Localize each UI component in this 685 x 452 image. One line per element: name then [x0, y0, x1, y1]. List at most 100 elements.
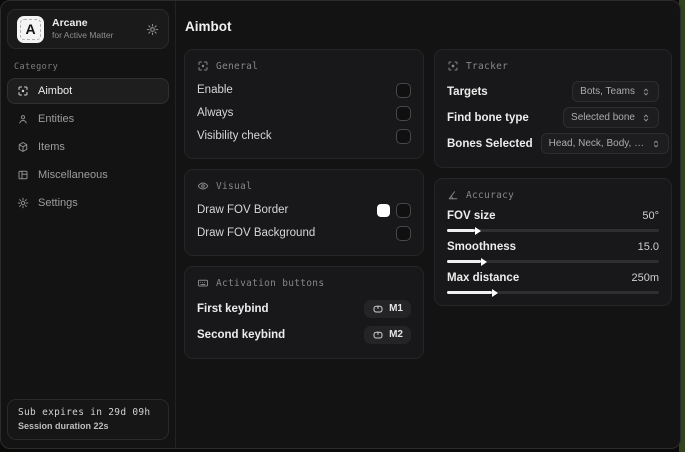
setting-label: Enable: [197, 84, 233, 96]
keybind-value: M1: [389, 303, 403, 314]
draw-fov-border-checkbox[interactable]: [396, 202, 411, 218]
cube-icon: [17, 141, 29, 153]
accuracy-card: Accuracy FOV size 50° Smoothness 15.0 Ma…: [434, 178, 672, 306]
slider-value: 50°: [642, 210, 659, 222]
mouse-icon: [372, 329, 384, 341]
second-keybind-button[interactable]: M2: [364, 325, 411, 344]
max-distance-slider[interactable]: [447, 288, 659, 297]
visual-card: Visual Draw FOV Border Draw FOV Backgrou…: [184, 169, 424, 256]
setting-row: Draw FOV Border: [197, 199, 411, 221]
setting-label: FOV size: [447, 210, 496, 222]
brand-name: Arcane: [52, 17, 88, 30]
general-card: General Enable Always Visibility check: [184, 49, 424, 159]
setting-label: Find bone type: [447, 111, 529, 124]
sidebar-item-label: Entities: [38, 113, 75, 125]
setting-row: Find bone type Selected bone: [447, 105, 659, 130]
session-duration-text: Session duration 22s: [18, 421, 109, 431]
setting-label: Draw FOV Border: [197, 204, 289, 216]
fov-size-slider[interactable]: [447, 226, 659, 235]
sidebar-item-label: Miscellaneous: [38, 169, 108, 181]
unfold-icon: [651, 139, 661, 149]
sidebar-item-label: Items: [38, 141, 65, 153]
crosshair-icon: [197, 60, 209, 72]
brand-subtitle: for Active Matter: [52, 30, 114, 41]
setting-row: Always: [197, 102, 411, 124]
setting-label: Always: [197, 107, 234, 119]
targets-select[interactable]: Bots, Teams: [572, 81, 659, 102]
app-window: A Arcane for Active Matter Category Aimb…: [0, 0, 681, 449]
slider-value: 250m: [631, 272, 659, 284]
sidebar: A Arcane for Active Matter Category Aimb…: [1, 1, 176, 448]
always-checkbox[interactable]: [396, 105, 411, 121]
brand-card: A Arcane for Active Matter: [7, 9, 169, 49]
brand-logo: A: [17, 15, 44, 43]
select-value: Bots, Teams: [580, 86, 635, 97]
unfold-icon: [641, 113, 651, 123]
fov-border-color-swatch[interactable]: [377, 203, 390, 217]
setting-row: Targets Bots, Teams: [447, 79, 659, 104]
crosshair-icon: [17, 85, 29, 97]
eye-icon: [197, 180, 209, 192]
angle-icon: [447, 189, 459, 201]
card-title: Visual: [216, 180, 253, 192]
card-title: Accuracy: [466, 189, 515, 201]
slider-value: 15.0: [637, 241, 659, 253]
tracker-card: Tracker Targets Bots, Teams Find bone ty…: [434, 49, 672, 168]
sidebar-item-miscellaneous[interactable]: Miscellaneous: [7, 162, 169, 188]
card-title: Tracker: [466, 60, 509, 72]
select-value: Selected bone: [571, 112, 635, 123]
setting-row: Bones Selected Head, Neck, Body, Pe…: [447, 131, 669, 156]
draw-fov-background-checkbox[interactable]: [396, 225, 411, 241]
setting-label: Visibility check: [197, 130, 272, 142]
slider-row: Smoothness 15.0: [447, 241, 659, 266]
setting-row: Enable: [197, 79, 411, 101]
keybind-value: M2: [389, 329, 403, 340]
gear-icon: [17, 197, 29, 209]
setting-label: Max distance: [447, 272, 520, 284]
setting-row: Draw FOV Background: [197, 222, 411, 244]
slider-row: Max distance 250m: [447, 272, 659, 297]
brand-initial: A: [25, 21, 36, 37]
mouse-icon: [372, 303, 384, 315]
scan-target-icon: [447, 60, 459, 72]
slider-thumb[interactable]: [480, 257, 487, 266]
smoothness-slider[interactable]: [447, 257, 659, 266]
select-value: Head, Neck, Body, Pe…: [548, 138, 645, 149]
unfold-icon: [641, 87, 651, 97]
card-title: General: [216, 60, 259, 72]
keyboard-icon: [197, 277, 209, 289]
gear-icon[interactable]: [146, 23, 159, 36]
setting-label: Bones Selected: [447, 137, 533, 150]
person-scan-icon: [17, 113, 29, 125]
sidebar-item-aimbot[interactable]: Aimbot: [7, 78, 169, 104]
find-bone-type-select[interactable]: Selected bone: [563, 107, 659, 128]
setting-row: First keybind M1: [197, 296, 411, 321]
activation-buttons-card: Activation buttons First keybind M1 Seco…: [184, 266, 424, 359]
sidebar-item-settings[interactable]: Settings: [7, 190, 169, 216]
setting-row: Visibility check: [197, 125, 411, 147]
layout-icon: [17, 169, 29, 181]
bones-selected-select[interactable]: Head, Neck, Body, Pe…: [540, 133, 669, 154]
sidebar-item-label: Settings: [38, 197, 78, 209]
first-keybind-button[interactable]: M1: [364, 299, 411, 318]
slider-thumb[interactable]: [491, 288, 498, 297]
page-title: Aimbot: [185, 19, 232, 34]
visibility-check-checkbox[interactable]: [396, 128, 411, 144]
main-content: Aimbot General Enable Always Visibility …: [176, 1, 680, 448]
setting-label: Targets: [447, 85, 488, 98]
slider-thumb[interactable]: [474, 226, 481, 235]
sidebar-item-items[interactable]: Items: [7, 134, 169, 160]
slider-row: FOV size 50°: [447, 210, 659, 235]
setting-label: First keybind: [197, 302, 269, 315]
category-label: Category: [14, 62, 59, 72]
setting-label: Smoothness: [447, 241, 517, 253]
sidebar-item-label: Aimbot: [38, 85, 73, 97]
enable-checkbox[interactable]: [396, 82, 411, 98]
sub-expiry-text: Sub expires in 29d 09h: [18, 407, 151, 418]
setting-label: Draw FOV Background: [197, 227, 316, 239]
category-menu: Aimbot Entities Items Miscellaneous Sett…: [1, 78, 175, 216]
setting-label: Second keybind: [197, 328, 286, 341]
setting-row: Second keybind M2: [197, 322, 411, 347]
subscription-info: Sub expires in 29d 09h Session duration …: [7, 399, 169, 440]
sidebar-item-entities[interactable]: Entities: [7, 106, 169, 132]
